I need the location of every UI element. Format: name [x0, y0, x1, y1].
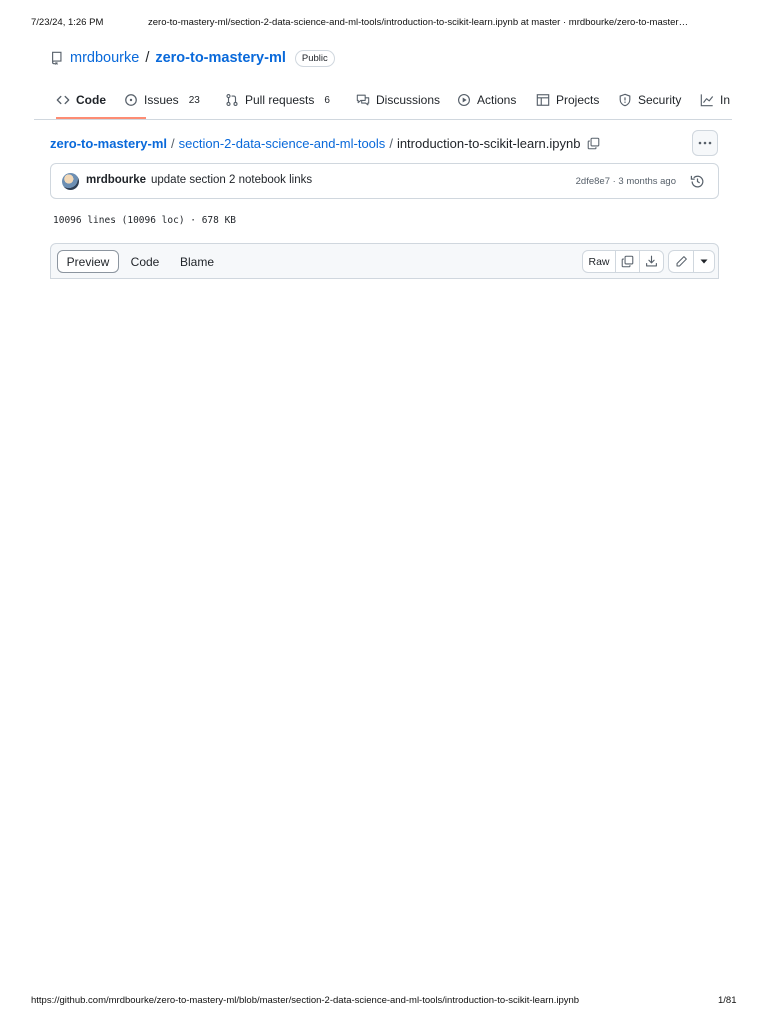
active-tab-underline: [56, 117, 146, 119]
code-icon: [56, 93, 70, 107]
breadcrumb-separator: /: [171, 136, 175, 151]
breadcrumb: zero-to-mastery-ml / section-2-data-scie…: [50, 136, 600, 151]
triangle-down-icon: [700, 259, 708, 264]
tab-issues-label: Issues: [144, 93, 179, 107]
breadcrumb-folder-link[interactable]: section-2-data-science-and-ml-tools: [179, 136, 386, 151]
download-icon: [645, 255, 658, 268]
raw-button[interactable]: Raw: [583, 251, 616, 272]
tab-projects[interactable]: Projects: [536, 91, 599, 109]
repo-separator: /: [145, 50, 150, 66]
print-page-number: 1/81: [718, 995, 737, 1006]
table-icon: [536, 93, 550, 107]
copy-icon: [621, 255, 634, 268]
edit-actions-group: [668, 250, 715, 273]
print-datetime: 7/23/24, 1:26 PM: [31, 17, 104, 28]
tab-actions-label: Actions: [477, 93, 517, 107]
pull-requests-count: 6: [324, 94, 330, 106]
commit-message-link[interactable]: update section 2 notebook links: [151, 174, 312, 186]
tab-issues[interactable]: Issues 23: [124, 91, 200, 109]
copy-path-icon[interactable]: [587, 137, 600, 150]
graph-icon: [700, 93, 714, 107]
repo-name-link[interactable]: zero-to-mastery-ml: [155, 50, 286, 66]
shield-icon: [618, 93, 632, 107]
edit-file-button[interactable]: [669, 251, 694, 272]
tab-discussions-label: Discussions: [376, 93, 441, 107]
issues-count: 23: [188, 94, 200, 106]
tab-security-label: Security: [638, 93, 682, 107]
print-page-title: zero-to-mastery-ml/section-2-data-scienc…: [148, 17, 689, 28]
file-view-header: Preview Code Blame Raw: [50, 243, 719, 279]
tab-pull-requests-label: Pull requests: [245, 93, 315, 107]
tab-insights[interactable]: In: [700, 91, 730, 109]
copy-raw-button[interactable]: [616, 251, 640, 272]
breadcrumb-file-name: introduction-to-scikit-learn.ipynb: [396, 136, 581, 151]
breadcrumb-separator: /: [389, 136, 393, 151]
raw-actions-group: Raw: [582, 250, 664, 273]
repo-nav-tabs: Code Issues 23 Pull requests 6 Discussio…: [34, 83, 732, 120]
blame-tab-button[interactable]: Blame: [175, 250, 219, 273]
pencil-icon: [675, 255, 688, 268]
pull-request-icon: [225, 93, 239, 107]
tab-discussions[interactable]: Discussions: [356, 91, 440, 109]
discussion-icon: [356, 93, 370, 107]
preview-tab-button[interactable]: Preview: [57, 250, 119, 273]
tab-projects-label: Projects: [556, 93, 600, 107]
edit-menu-dropdown[interactable]: [694, 251, 714, 272]
tab-code-label: Code: [76, 93, 106, 107]
tab-actions[interactable]: Actions: [457, 91, 516, 109]
print-url: https://github.com/mrdbourke/zero-to-mas…: [31, 995, 580, 1006]
tab-pull-requests[interactable]: Pull requests 6: [225, 91, 330, 109]
issue-icon: [124, 93, 138, 107]
repo-owner-link[interactable]: mrdbourke: [70, 50, 139, 66]
kebab-horizontal-icon: [698, 141, 712, 145]
repo-heading: mrdbourke / zero-to-mastery-ml Public: [50, 49, 335, 67]
breadcrumb-repo-link[interactable]: zero-to-mastery-ml: [50, 136, 167, 151]
history-icon[interactable]: [690, 174, 705, 189]
tab-code[interactable]: Code: [56, 91, 106, 109]
more-options-button[interactable]: [692, 130, 718, 156]
avatar[interactable]: [62, 173, 79, 190]
file-stats: 10096 lines (10096 loc) · 678 KB: [53, 215, 237, 226]
code-tab-button[interactable]: Code: [123, 250, 167, 273]
tab-security[interactable]: Security: [618, 91, 681, 109]
tab-insights-label: In: [720, 93, 731, 107]
latest-commit-box: mrdbourke update section 2 notebook link…: [50, 163, 719, 199]
download-button[interactable]: [640, 251, 663, 272]
play-icon: [457, 93, 471, 107]
repo-icon: [50, 51, 64, 65]
commit-author-link[interactable]: mrdbourke: [86, 174, 146, 186]
visibility-badge: Public: [294, 49, 335, 67]
commit-sha-and-time[interactable]: 2dfe8e7 · 3 months ago: [576, 176, 676, 187]
